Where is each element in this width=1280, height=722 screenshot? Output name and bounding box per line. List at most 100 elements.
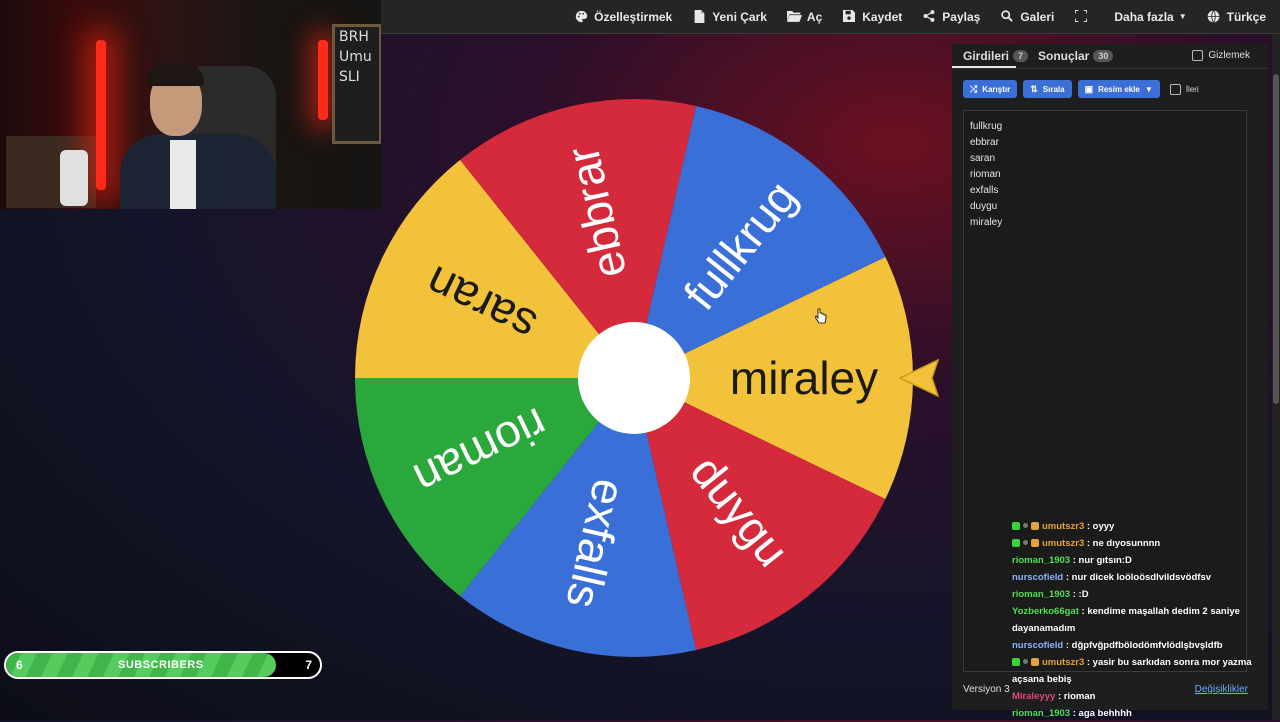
nav-share[interactable]: Paylaş: [922, 10, 980, 24]
chat-message: nurscofield : nur dicek loöloösdlvildsvö…: [1012, 569, 1264, 586]
nav-new-wheel-label: Yeni Çark: [712, 9, 767, 24]
share-icon: [922, 9, 936, 24]
entry-line: miraley: [970, 217, 1003, 228]
tab-results-count: 30: [1093, 50, 1114, 62]
scrollbar-thumb[interactable]: [1273, 74, 1279, 404]
board-line: BRH: [339, 29, 369, 45]
streamer-hair: [148, 64, 204, 86]
chat-username: umutszr3: [1042, 538, 1085, 549]
nav-gallery-label: Galeri: [1020, 9, 1055, 24]
subscriber-goal: 7: [305, 658, 312, 672]
chat-username: nurscofield: [1012, 640, 1064, 651]
nav-new-wheel[interactable]: Yeni Çark: [692, 9, 767, 24]
shuffle-icon: ⤮: [970, 83, 978, 94]
tab-entries-count: 7: [1013, 50, 1029, 62]
version-label: Versiyon 3: [963, 684, 1010, 695]
nav-customize-label: Özelleştirmek: [594, 9, 673, 24]
subscriber-goal-bar: 6 SUBSCRIBERS 7: [4, 651, 322, 679]
entry-line: exfalls: [970, 185, 999, 196]
advanced-label: İleri: [1185, 84, 1199, 94]
fullscreen-icon: [1074, 8, 1089, 24]
chat-message: umutszr3 : oyyy: [1012, 518, 1264, 535]
chat-text: : rioman: [1055, 691, 1096, 702]
sort-label: Sırala: [1042, 84, 1065, 94]
chat-message: Yozberko66gat : kendime maşallah dedim 2…: [1012, 603, 1264, 637]
add-image-button[interactable]: ▣ Resim ekle ▼: [1077, 80, 1160, 98]
tab-entries-label: Girdileri: [963, 49, 1010, 63]
nav-language[interactable]: Türkçe: [1207, 10, 1266, 24]
nav-more-label: Daha fazla: [1114, 9, 1174, 24]
active-tab-indicator: [952, 66, 1016, 68]
wheel-center[interactable]: [578, 322, 690, 434]
chat-username: rioman_1903: [1012, 589, 1071, 600]
entry-line: rioman: [970, 169, 1001, 180]
advanced-checkbox[interactable]: İleri: [1169, 83, 1199, 95]
led-light: [96, 40, 106, 190]
webcam-feed: BRH Umu SLI: [0, 0, 381, 209]
mug: [60, 150, 88, 206]
chat-text: : :D: [1070, 589, 1089, 600]
checkbox[interactable]: [1169, 83, 1181, 95]
chat-message: umutszr3 : ne dıyosunnnn: [1012, 535, 1264, 552]
chat-text: : nur gıtsın:D: [1070, 555, 1132, 566]
nav-more[interactable]: Daha fazla ▼: [1114, 10, 1186, 24]
chat-text: : ne dıyosunnnn: [1084, 538, 1161, 549]
spin-wheel[interactable]: miraley duygu exfalls rioman saran ebbrar full…: [354, 98, 914, 658]
chat-text: : nur dicek loöloösdlvildsvödfsv: [1063, 572, 1212, 583]
streamer-shirt: [170, 140, 196, 209]
wheel-graphic[interactable]: miraleyduyguexfallsriomansaranebbrar full…: [354, 98, 914, 658]
chat-text: : oyyy: [1084, 521, 1115, 532]
nav-customize[interactable]: Özelleştirmek: [574, 10, 672, 24]
nav-save-label: Kaydet: [862, 9, 903, 24]
image-icon: ▣: [1084, 83, 1094, 94]
file-icon: [692, 9, 706, 24]
chat-username: rioman_1903: [1012, 708, 1071, 719]
panel-tabs: Girdileri 7 Sonuçlar 30 Gizlemek: [952, 44, 1268, 69]
globe-icon: [1207, 9, 1221, 24]
chat-badge-icon: [1012, 522, 1020, 530]
page-scrollbar[interactable]: [1272, 34, 1280, 720]
chat-username: nurscofield: [1012, 572, 1064, 583]
hand-cursor-icon: [815, 308, 827, 324]
chat-username: rioman_1903: [1012, 555, 1071, 566]
shuffle-button[interactable]: ⤮ Karıştır: [963, 80, 1018, 98]
folder-icon: [786, 10, 802, 24]
sort-icon: ⇅: [1030, 83, 1038, 94]
chat-username: umutszr3: [1042, 657, 1085, 668]
chat-message: rioman_1903 : nur gıtsın:D: [1012, 552, 1264, 569]
chat-username: Miraleyyy: [1012, 691, 1056, 702]
entry-line: duygu: [970, 201, 998, 212]
nav-save[interactable]: Kaydet: [842, 9, 903, 24]
nav-open[interactable]: Aç: [786, 10, 822, 24]
chat-badge-icon: [1023, 659, 1028, 664]
led-light: [318, 40, 328, 120]
entry-line: fullkrug: [970, 121, 1003, 132]
nav-language-label: Türkçe: [1226, 9, 1266, 24]
save-icon: [842, 9, 856, 24]
subscriber-count: 6: [16, 658, 23, 672]
nav-gallery[interactable]: Galeri: [1000, 10, 1054, 24]
chat-message: umutszr3 : yasir bu sarkıdan sonra mor y…: [1012, 654, 1264, 688]
entries-toolbar: ⤮ Karıştır ⇅ Sırala ▣ Resim ekle ▼ İleri: [963, 80, 1199, 98]
entry-line: ebbrar: [970, 137, 999, 148]
wheel-segment-label: miraley: [730, 352, 878, 404]
chevron-down-icon: ▼: [1178, 12, 1187, 21]
sort-button[interactable]: ⇅ Sırala: [1023, 80, 1072, 98]
tab-results[interactable]: Sonuçlar 30: [1038, 49, 1114, 63]
hide-checkbox[interactable]: Gizlemek: [1192, 50, 1250, 61]
chat-message: nurscofield : dğpfvğpdfbölodömfvlödlşbvş…: [1012, 637, 1264, 654]
chat-badge-icon: [1031, 658, 1039, 666]
chat-message: rioman_1903 : aga behhhh: [1012, 705, 1264, 722]
top-navbar: Özelleştirmek Yeni Çark Aç Kaydet Paylaş…: [380, 0, 1280, 34]
palette-icon: [574, 10, 588, 24]
wheel-pointer-icon: [898, 358, 940, 398]
tab-entries[interactable]: Girdileri 7: [963, 49, 1029, 63]
stream-chat-overlay: umutszr3 : oyyy umutszr3 : ne dıyosunnnn r…: [1012, 518, 1264, 722]
nav-fullscreen[interactable]: [1074, 8, 1094, 24]
chat-message: rioman_1903 : :D: [1012, 586, 1264, 603]
checkbox[interactable]: [1192, 50, 1204, 61]
board-line: SLI: [339, 69, 360, 85]
hide-label: Gizlemek: [1208, 50, 1250, 61]
tab-results-label: Sonuçlar: [1038, 49, 1090, 63]
board-line: Umu: [339, 49, 372, 65]
